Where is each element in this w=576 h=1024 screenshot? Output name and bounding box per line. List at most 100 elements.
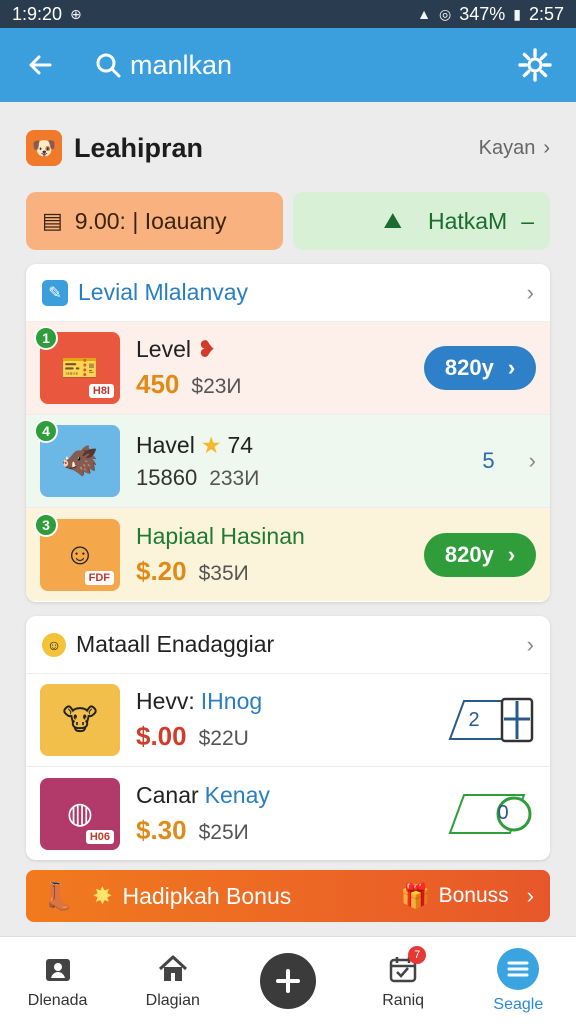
star-icon: ★ [200, 431, 222, 458]
list-item[interactable]: ◍ H06 Canar Kenay $.30 $25И 0 [26, 767, 550, 860]
gear-icon [518, 48, 552, 82]
item-name-text: Level [136, 336, 191, 362]
list-item[interactable]: ☺ 3 FDF Hapiaal Hasinan $.20 $35И 820y › [26, 508, 550, 601]
status-battery: 347% [459, 3, 506, 24]
item-name: Hevv: IHnog [136, 688, 262, 715]
level-card-title: Levial Mlalanvay [78, 279, 249, 305]
item-tag: H8I [88, 384, 114, 398]
bonus-banner[interactable]: 👢 ✸ Hadipkah Bonus 🎁 Bonuss › [26, 870, 550, 922]
buy-button-label: 820y [444, 355, 494, 380]
section-header: 🐶 Leahipran Kayan › [26, 124, 550, 172]
search-icon [96, 53, 121, 78]
item-name-accent: IHnog [200, 688, 263, 714]
pencil-icon: ✎ [42, 279, 68, 306]
chevron-right-icon: › [507, 355, 516, 380]
ticket-image-icon: 🎫 [61, 351, 99, 385]
list-item[interactable]: 🐗 4 Havel ★ 74 15860 233И 5 › [26, 415, 550, 508]
ticket-icon [448, 697, 534, 743]
status-clock: 2:57 [528, 3, 564, 24]
item-thumbnail: ☺ 3 FDF [34, 512, 120, 591]
item-name-text: Havel [136, 431, 195, 458]
item-tag: FDF [84, 570, 114, 585]
nav-item-profile[interactable]: Dlenada [8, 952, 108, 1010]
nav-item-menu[interactable]: Seagle [468, 947, 568, 1014]
nav-item-calendar[interactable]: 7 Raniq [353, 945, 453, 1010]
chevron-right-icon: › [526, 883, 534, 908]
sparkle-icon: ✸ [92, 882, 113, 910]
calendar-icon: ▤ [42, 208, 63, 233]
item-price: $.00 [136, 721, 187, 751]
notification-icon: ⊕ [70, 5, 82, 22]
ticket-button[interactable]: 2 [448, 697, 536, 743]
item-badge: 4 [34, 419, 58, 443]
add-icon [259, 952, 316, 1009]
item-name-suffix: 74 [227, 431, 254, 458]
item-badge: 1 [34, 326, 58, 350]
bonus-label: Hadipkah Bonus [122, 882, 292, 909]
item-count: 5 [482, 448, 495, 473]
plate-image-icon: ◍ [66, 797, 94, 830]
signal-icon: ▲ [417, 6, 431, 22]
item-price: $.20 [136, 555, 187, 586]
bonus-label-secondary: Bonuss [438, 884, 509, 907]
item-thumbnail: 🐗 4 [34, 419, 120, 497]
item-price: 15860 [136, 464, 198, 490]
filter-chips: ▤ 9.00: | Ioauany ⛰ HatkaM – [26, 192, 550, 250]
nav-item-add[interactable] [238, 952, 338, 1009]
item-name-text: Canar [136, 781, 199, 808]
ticket-label: 2 [468, 708, 480, 731]
settings-button[interactable] [514, 44, 556, 86]
nav-label: Raniq [382, 991, 425, 1009]
buy-button[interactable]: 820y › [424, 532, 536, 577]
back-button[interactable] [20, 45, 60, 85]
item-price: $.30 [136, 814, 187, 845]
nav-label: Dlagian [145, 991, 200, 1009]
item-thumbnail: ◍ H06 [40, 777, 120, 850]
section-link[interactable]: Kayan › [479, 137, 550, 160]
nav-label: Dlenada [27, 991, 88, 1009]
item-tag: H06 [85, 829, 114, 844]
item-thumbnail: 🎫 1 H8I [34, 326, 120, 404]
smile-icon: ☺ [42, 632, 66, 657]
chevron-right-icon[interactable]: › [529, 448, 536, 474]
featured-card-title: Mataall Enadaggiar [76, 631, 275, 657]
wifi-icon: ◎ [438, 5, 452, 22]
level-card-header[interactable]: ✎ Levial Mlalanvay › [26, 264, 550, 322]
chevron-right-icon: › [507, 541, 516, 567]
battery-icon: ▮ [513, 5, 521, 22]
search-field[interactable]: manlkan [94, 50, 514, 81]
chevron-right-icon: › [526, 279, 534, 305]
app-bar: manlkan [0, 28, 576, 102]
item-old-price: $25И [198, 820, 249, 844]
item-name: Havel ★ 74 [136, 432, 259, 459]
item-old-price: $35И [198, 561, 249, 585]
featured-card-header[interactable]: ☺ Mataall Enadaggiar › [26, 616, 550, 674]
list-item[interactable]: 🎫 1 H8I Level ❥ 450 $23И 820y › [26, 322, 550, 415]
character-image-icon: ☺ [64, 537, 96, 571]
red-bow-icon: ❥ [196, 336, 217, 362]
profile-icon [41, 952, 75, 986]
item-name: Hapiaal Hasinan [136, 522, 305, 549]
buy-button-label: 820y [444, 541, 494, 567]
buy-button[interactable]: 820y › [424, 346, 536, 390]
item-price: 450 [136, 369, 180, 399]
nav-item-home[interactable]: Dlagian [123, 952, 223, 1010]
ticket-icon [448, 793, 532, 834]
status-bar: 1:9:20 ⊕ ▲ ◎ 347% ▮ 2:57 [0, 0, 576, 28]
level-card: ✎ Levial Mlalanvay › 🎫 1 H8I Level ❥ 450… [26, 264, 550, 602]
status-time: 1:9:20 [12, 3, 63, 24]
chevron-right-icon: › [526, 631, 534, 657]
section-link-label: Kayan [478, 136, 536, 159]
back-arrow-icon [29, 55, 52, 75]
cow-image-icon: 🐮 [62, 703, 98, 737]
chip-orange[interactable]: ▤ 9.00: | Ioauany [26, 192, 283, 250]
item-thumbnail: 🐮 [40, 684, 120, 756]
item-old-price: $22U [198, 727, 249, 750]
list-item[interactable]: 🐮 Hevv: IHnog $.00 $22U 2 [26, 674, 550, 767]
item-name: Canar Kenay [136, 782, 270, 809]
ticket-button[interactable]: 0 [448, 791, 536, 837]
chip-green-label: HatkaM [427, 207, 508, 234]
item-old-price: $23И [191, 375, 242, 398]
chip-green[interactable]: ⛰ HatkaM – [293, 192, 550, 250]
chip-orange-label: 9.00: | Ioauany [74, 207, 227, 234]
